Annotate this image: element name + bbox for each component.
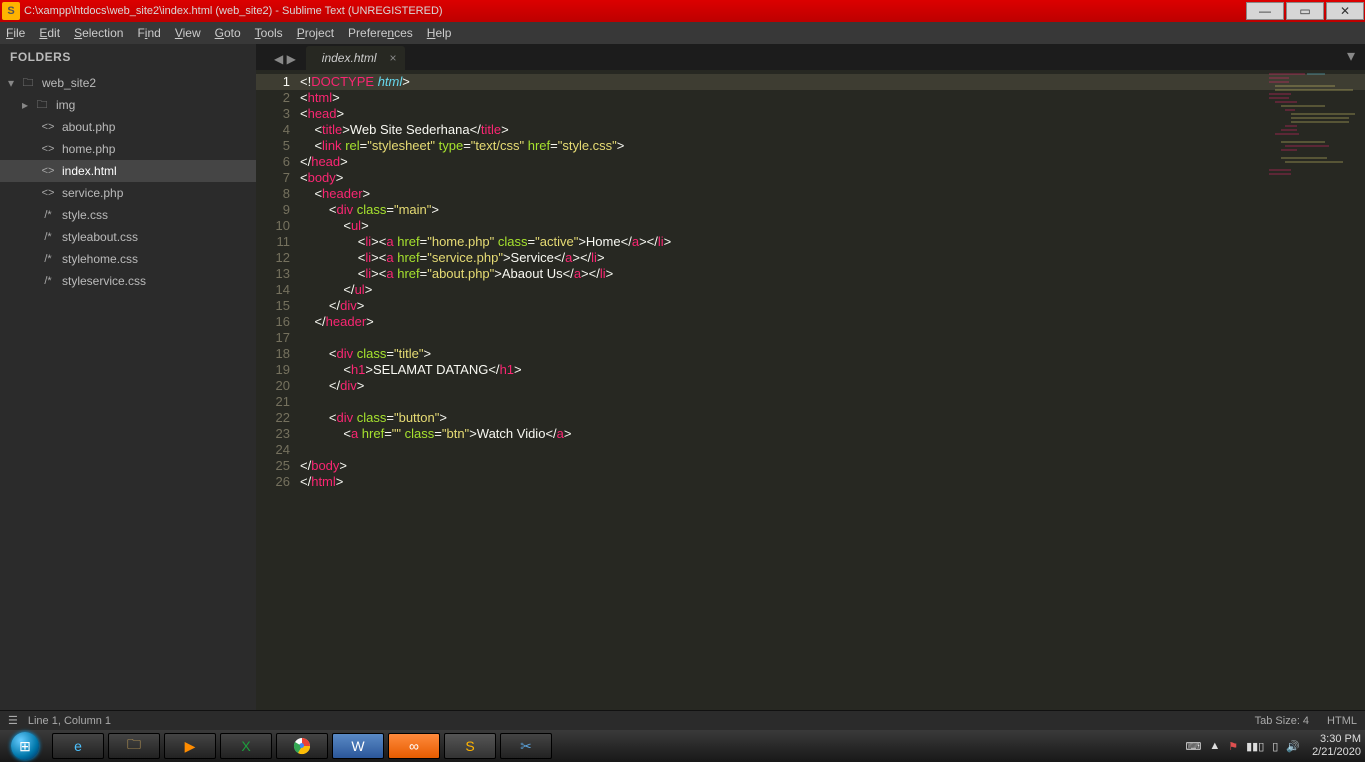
sidebar-item-label: img [56,98,75,112]
chevron-right-icon: ▸ [22,98,34,112]
menu-edit[interactable]: Edit [39,26,60,40]
status-lang[interactable]: HTML [1327,715,1357,727]
menu-help[interactable]: Help [427,26,452,40]
sidebar-item-label: styleservice.css [62,274,146,288]
tray-show-hidden-icon[interactable]: ▲ [1209,740,1220,752]
sidebar-folder-project[interactable]: ▾ 🗀 web_site2 [0,72,256,94]
app-icon: S [2,2,20,20]
file-icon: <> [40,187,56,199]
switch-project-icon[interactable]: ☰ [8,714,18,727]
flag-icon[interactable]: ⚑ [1228,740,1238,753]
status-cursor: Line 1, Column 1 [28,715,111,727]
tab-overflow-menu[interactable]: ▾ [1337,44,1365,70]
sidebar-file-styleservice-css[interactable]: /* styleservice.css [0,270,256,292]
folder-icon: 🗀 [34,96,50,115]
tray-date: 2/21/2020 [1312,746,1361,759]
taskbar-app-ie[interactable]: e [52,733,104,759]
close-button[interactable]: ✕ [1326,2,1364,20]
maximize-button[interactable]: ▭ [1286,2,1324,20]
tab-history-nav[interactable]: ◀ ▶ [264,48,306,70]
sidebar-item-label: web_site2 [42,76,96,90]
tray-time: 3:30 PM [1312,733,1361,746]
sidebar-item-label: service.php [62,186,123,200]
sidebar-item-label: styleabout.css [62,230,138,244]
code-editor[interactable]: 1234567891011121314151617181920212223242… [256,70,1365,710]
tab-label: index.html [322,51,377,65]
keyboard-icon[interactable]: ⌨ [1185,740,1201,753]
sidebar-folder-img[interactable]: ▸ 🗀 img [0,94,256,116]
menu-goto[interactable]: Goto [215,26,241,40]
network-icon[interactable]: ▮▮▯ [1246,740,1264,753]
minimap[interactable] [1265,70,1365,190]
file-icon: <> [40,121,56,133]
status-tab-size[interactable]: Tab Size: 4 [1255,715,1309,727]
taskbar-app-mediaplayer[interactable]: ▶ [164,733,216,759]
sidebar-file-stylehome-css[interactable]: /* stylehome.css [0,248,256,270]
sidebar-item-label: style.css [62,208,108,222]
code-area[interactable]: <!DOCTYPE html><html><head> <title>Web S… [300,70,1365,710]
taskbar-app-sublime[interactable]: S [444,733,496,759]
menu-bar: File Edit Selection Find View Goto Tools… [0,22,1365,44]
sidebar-item-label: home.php [62,142,115,156]
taskbar-app-snipping[interactable]: ✂ [500,733,552,759]
volume-icon[interactable]: 🔊 [1286,740,1300,753]
close-icon[interactable]: × [389,51,396,65]
line-gutter: 1234567891011121314151617181920212223242… [256,70,300,710]
sidebar-file-home-php[interactable]: <> home.php [0,138,256,160]
file-icon: <> [40,143,56,155]
taskbar-app-word[interactable]: W [332,733,384,759]
file-icon: /* [40,253,56,265]
minimize-button[interactable]: — [1246,2,1284,20]
window-title: C:\xampp\htdocs\web_site2\index.html (we… [24,5,443,17]
menu-view[interactable]: View [175,26,201,40]
sidebar-header: FOLDERS [0,44,256,70]
file-icon: /* [40,209,56,221]
editor: ◀ ▶ index.html × ▾ 123456789101112131415… [256,44,1365,710]
file-icon: /* [40,231,56,243]
sidebar-file-styleabout-css[interactable]: /* styleabout.css [0,226,256,248]
sidebar-item-label: index.html [62,164,117,178]
status-bar: ☰ Line 1, Column 1 Tab Size: 4 HTML [0,710,1365,730]
taskbar-app-excel[interactable]: X [220,733,272,759]
menu-file[interactable]: File [6,26,25,40]
taskbar-app-xampp[interactable]: ∞ [388,733,440,759]
chevron-down-icon: ▾ [8,76,20,90]
battery-icon[interactable]: ▯ [1272,740,1278,753]
sidebar-file-index-html[interactable]: <> index.html [0,160,256,182]
sidebar-item-label: stylehome.css [62,252,138,266]
file-icon: <> [40,165,56,177]
taskbar: ⊞ e 🗀 ▶ X W ∞ S ✂ ⌨ ▲ ⚑ ▮▮▯ ▯ 🔊 3:30 PM … [0,730,1365,762]
sidebar-item-label: about.php [62,120,115,134]
menu-preferences[interactable]: Preferences [348,26,413,40]
taskbar-app-explorer[interactable]: 🗀 [108,733,160,759]
tab-strip: ◀ ▶ index.html × ▾ [256,44,1365,70]
sidebar-file-style-css[interactable]: /* style.css [0,204,256,226]
window-titlebar: S C:\xampp\htdocs\web_site2\index.html (… [0,0,1365,22]
sidebar-file-service-php[interactable]: <> service.php [0,182,256,204]
menu-selection[interactable]: Selection [74,26,123,40]
start-button[interactable]: ⊞ [0,730,50,762]
taskbar-app-chrome[interactable] [276,733,328,759]
menu-tools[interactable]: Tools [255,26,283,40]
window-controls: — ▭ ✕ [1245,2,1365,20]
tab-index-html[interactable]: index.html × [306,46,405,70]
sidebar-file-about-php[interactable]: <> about.php [0,116,256,138]
tray-clock[interactable]: 3:30 PM 2/21/2020 [1312,733,1361,759]
sidebar: FOLDERS ▾ 🗀 web_site2 ▸ 🗀 img <> about.ph… [0,44,256,710]
folder-icon: 🗀 [20,74,36,93]
menu-find[interactable]: Find [137,26,160,40]
file-icon: /* [40,275,56,287]
system-tray: ⌨ ▲ ⚑ ▮▮▯ ▯ 🔊 3:30 PM 2/21/2020 [1181,733,1365,759]
menu-project[interactable]: Project [297,26,334,40]
